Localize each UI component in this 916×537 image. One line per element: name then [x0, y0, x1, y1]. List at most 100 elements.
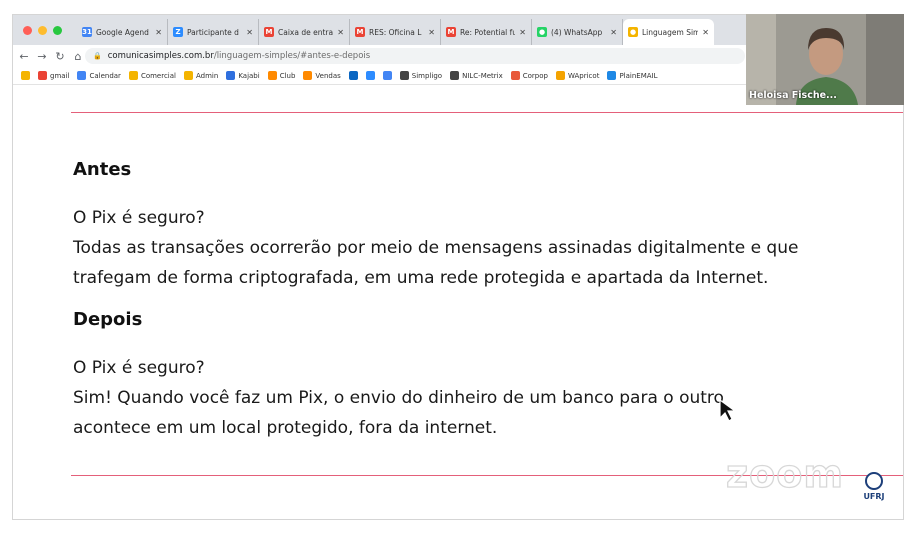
participant-name: Heloisa Fische...: [749, 90, 837, 101]
before-text: O Pix é seguro? Todas as transações ocor…: [73, 203, 798, 293]
browser-tab[interactable]: ● Linguagem Sim ✕: [623, 19, 714, 45]
gmail-icon: M: [446, 27, 456, 37]
browser-tab[interactable]: Z Participante d ✕: [168, 19, 259, 45]
ufrj-label: UFRJ: [863, 492, 885, 501]
corpop-icon: [510, 71, 520, 80]
minimize-window-button[interactable]: [38, 26, 47, 35]
tab-label: Participante d: [187, 27, 239, 37]
close-tab-icon[interactable]: ✕: [702, 28, 709, 37]
browser-tab[interactable]: M Caixa de entra ✕: [259, 19, 350, 45]
after-line: Sim! Quando você faz um Pix, o envio do …: [73, 388, 724, 408]
participant-video[interactable]: Heloisa Fische...: [746, 14, 904, 105]
bookmark-label: Club: [279, 71, 296, 80]
after-line: O Pix é seguro?: [73, 358, 205, 378]
address-bar[interactable]: 🔒 comunicasimples.com.br/linguagem-simpl…: [85, 48, 745, 64]
maximize-window-button[interactable]: [53, 26, 62, 35]
globe-icon: [399, 71, 409, 80]
bookmark-label: Comercial: [140, 71, 176, 80]
flame-icon: [267, 71, 277, 80]
bookmark-label: gmail: [50, 71, 70, 80]
tab-label: Linguagem Sim: [642, 27, 699, 37]
after-text: O Pix é seguro? Sim! Quando você faz um …: [73, 353, 724, 443]
bookmark-label: Simpligo: [411, 71, 443, 80]
bookmark-item[interactable]: WApricot: [555, 71, 599, 80]
url-path: /linguagem-simples/#antes-e-depois: [213, 51, 371, 61]
site-icon: [184, 71, 193, 80]
bookmark-item[interactable]: Simpligo: [399, 71, 443, 80]
bookmark-item[interactable]: Vendas: [303, 71, 341, 80]
bookmark-item[interactable]: Club: [267, 71, 296, 80]
lock-icon: 🔒: [93, 52, 102, 60]
bookmark-label: Corpop: [522, 71, 548, 80]
bookmark-item[interactable]: [365, 71, 375, 80]
close-tab-icon[interactable]: ✕: [428, 28, 435, 37]
close-tab-icon[interactable]: ✕: [519, 28, 526, 37]
bookmark-label: Calendar: [89, 71, 121, 80]
bookmark-item[interactable]: [21, 71, 30, 80]
browser-tab[interactable]: ● (4) WhatsApp ✕: [532, 19, 623, 45]
bookmark-item[interactable]: Corpop: [510, 71, 548, 80]
mouse-cursor-icon: [719, 398, 737, 422]
home-icon[interactable]: ⌂: [71, 50, 85, 63]
tab-label: (4) WhatsApp: [551, 27, 603, 37]
tool-icon: [365, 71, 375, 80]
calendar-icon: [77, 71, 87, 80]
tab-label: Google Agend: [96, 27, 149, 37]
gmail-icon: [38, 71, 47, 80]
back-icon[interactable]: ←: [17, 50, 31, 63]
bookmark-item[interactable]: Kajabi: [226, 71, 260, 80]
folder-icon: [128, 71, 138, 80]
window-controls: [23, 26, 62, 35]
forward-icon[interactable]: →: [35, 50, 49, 63]
browser-tab[interactable]: 31 Google Agend ✕: [77, 19, 168, 45]
star-icon: [21, 71, 30, 80]
bookmark-item[interactable]: [382, 71, 392, 80]
tab-list: 31 Google Agend ✕ Z Participante d ✕ M Caixa de…: [77, 19, 714, 45]
bookmark-label: Vendas: [315, 71, 341, 80]
bookmark-item[interactable]: NILC-Metrix: [450, 71, 503, 80]
bookmark-item[interactable]: gmail: [38, 71, 69, 80]
tab-label: RES: Oficina L: [369, 27, 422, 37]
reload-icon[interactable]: ↻: [53, 50, 67, 63]
bookmark-label: Kajabi: [238, 71, 260, 80]
close-tab-icon[interactable]: ✕: [337, 28, 344, 37]
bookmark-label: PlainEMAIL: [619, 71, 658, 80]
whatsapp-icon: ●: [537, 27, 547, 37]
before-line: O Pix é seguro?: [73, 208, 205, 228]
slide-content: Antes O Pix é seguro? Todas as transaçõe…: [13, 85, 903, 519]
close-window-button[interactable]: [23, 26, 32, 35]
tab-label: Re: Potential fu: [460, 27, 516, 37]
before-line: trafegam de forma criptografada, em uma …: [73, 268, 769, 288]
bookmark-item[interactable]: [348, 71, 358, 80]
browser-tab[interactable]: M RES: Oficina L ✕: [350, 19, 441, 45]
before-heading: Antes: [73, 159, 132, 180]
kajabi-icon: [226, 71, 236, 80]
tab-label: Caixa de entra: [278, 27, 334, 37]
calendar-icon: 31: [82, 27, 92, 37]
globe-icon: [450, 71, 460, 80]
close-tab-icon[interactable]: ✕: [610, 28, 617, 37]
bookmark-item[interactable]: PlainEMAIL: [607, 71, 658, 80]
zoom-icon: Z: [173, 27, 183, 37]
gmail-icon: M: [264, 27, 274, 37]
site-icon: ●: [628, 27, 638, 37]
apricot-icon: [555, 71, 565, 80]
ufrj-seal-icon: [865, 472, 883, 490]
close-tab-icon[interactable]: ✕: [155, 28, 162, 37]
close-tab-icon[interactable]: ✕: [246, 28, 253, 37]
gmail-icon: M: [355, 27, 365, 37]
translate-icon: [382, 71, 392, 80]
bookmark-label: Admin: [196, 71, 219, 80]
bookmark-label: NILC-Metrix: [462, 71, 503, 80]
bookmark-item[interactable]: Admin: [184, 71, 218, 80]
bookmark-item[interactable]: Calendar: [77, 71, 121, 80]
bookmark-item[interactable]: Comercial: [128, 71, 176, 80]
after-line: acontece em um local protegido, fora da …: [73, 418, 498, 438]
ufrj-logo: UFRJ: [856, 472, 892, 501]
browser-tab[interactable]: M Re: Potential fu ✕: [441, 19, 532, 45]
after-heading: Depois: [73, 309, 143, 330]
email-icon: [607, 71, 617, 80]
linkedin-icon: [348, 71, 358, 80]
zoom-watermark: zoom: [725, 451, 844, 496]
top-divider: [71, 112, 903, 113]
